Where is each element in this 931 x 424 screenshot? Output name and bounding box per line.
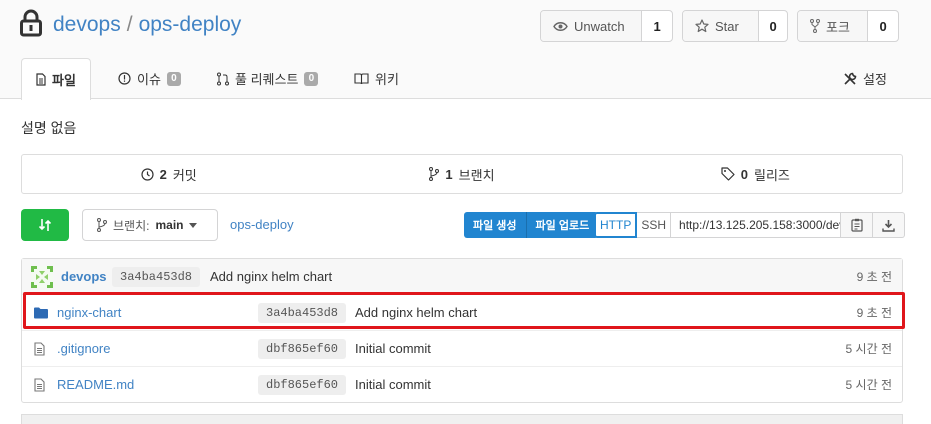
releases-label: 릴리즈 [753,167,790,183]
file-icon [34,341,45,356]
clone-url-input[interactable]: http://13.125.205.158:3000/devops/ops-de… [671,212,842,238]
branch-icon [429,167,440,181]
watch-button-group: Unwatch 1 [540,10,673,42]
fork-button-group: 포크 0 [797,10,899,42]
tab-pull-requests-label: 풀 리퀘스트 [235,72,299,87]
new-file-button[interactable]: 파일 생성 [464,212,526,238]
clone-panel: HTTP SSH http://13.125.205.158:3000/devo… [594,212,906,238]
branch-prefix: 브랜치: [113,218,150,233]
caret-down-icon [189,222,198,228]
file-commit-sha[interactable]: 3a4ba453d8 [258,302,347,323]
file-commit-age: 9 초 전 [856,306,892,320]
commit-sha[interactable]: 3a4ba453d8 [112,266,201,287]
table-row[interactable]: nginx-chart 3a4ba453d8 Add nginx helm ch… [22,294,902,330]
file-commit-message[interactable]: Initial commit [355,341,431,356]
tab-pull-requests[interactable]: 풀 리퀘스트 0 [217,58,319,99]
compare-button[interactable] [21,209,69,241]
file-action-buttons: 파일 생성 파일 업로드 [464,212,599,238]
branch-dropdown[interactable]: 브랜치: main [82,209,218,241]
fork-icon [810,19,820,33]
download-button[interactable] [873,212,906,238]
file-commit-age: 5 시간 전 [845,342,892,356]
tree-path-link[interactable]: ops-deploy [230,217,294,232]
fork-count[interactable]: 0 [868,11,898,41]
tab-settings-label: 설정 [863,72,887,87]
branch-icon [97,218,107,232]
fork-button[interactable]: 포크 [798,11,869,41]
download-icon [882,219,895,232]
tab-settings[interactable]: 설정 [843,58,887,99]
file-name-link[interactable]: .gitignore [57,341,110,356]
http-clone-button[interactable]: HTTP [594,212,638,238]
branch-name: main [155,218,184,232]
commits-stat[interactable]: 2 커밋 [22,155,315,193]
pull-requests-count-badge: 0 [304,71,319,86]
ssh-clone-button[interactable]: SSH [637,212,672,238]
file-commit-message[interactable]: Initial commit [355,377,431,392]
commit-age: 9 초 전 [856,270,892,284]
copy-url-button[interactable] [841,212,874,238]
file-commit-sha[interactable]: dbf865ef60 [258,338,347,359]
history-icon [140,167,154,181]
repo-description: 설명 없음 [21,120,77,136]
issue-icon [118,72,131,85]
file-commit-message[interactable]: Add nginx helm chart [355,305,477,320]
repo-header: devops / ops-deploy Unwatch 1 Star 0 포크 0 … [0,0,931,100]
table-row[interactable]: README.md dbf865ef60 Initial commit 5 시간… [22,366,902,402]
file-icon [34,377,45,392]
commit-message[interactable]: Add nginx helm chart [210,269,332,284]
branches-label: 브랜치 [458,167,495,183]
releases-count: 0 [740,166,748,182]
upload-file-button[interactable]: 파일 업로드 [525,212,599,238]
tab-wiki-label: 위키 [375,72,399,87]
repo-separator: / [126,13,133,36]
pull-request-icon [217,72,229,85]
star-icon [695,19,709,33]
lock-icon [20,9,42,37]
table-row[interactable]: .gitignore dbf865ef60 Initial commit 5 시… [22,330,902,366]
tag-icon [721,167,735,181]
commit-author-link[interactable]: devops [61,269,107,284]
eye-icon [553,21,568,31]
tab-wiki[interactable]: 위키 [354,58,399,99]
star-label: Star [715,18,739,34]
repo-stats-bar: 2 커밋 1 브랜치 0 릴리즈 [21,154,903,194]
repo-tabs: 파일 이슈 0 풀 리퀘스트 0 위키 설정 [0,58,931,100]
repo-toolbar: 브랜치: main ops-deploy 파일 생성 파일 업로드 HTTP S… [21,209,906,241]
file-commit-age: 5 시간 전 [845,378,892,392]
tab-files-label: 파일 [52,73,76,88]
watch-count[interactable]: 1 [642,11,672,41]
folder-icon [34,307,48,318]
repo-title: devops / ops-deploy [53,11,241,39]
file-table: devops 3a4ba453d8 Add nginx helm chart 9… [21,258,903,403]
file-name-link[interactable]: nginx-chart [57,305,121,320]
star-button[interactable]: Star [683,11,760,41]
repo-name-link[interactable]: ops-deploy [139,13,242,36]
avatar[interactable] [31,266,53,288]
latest-commit-row: devops 3a4ba453d8 Add nginx helm chart 9… [22,259,902,294]
watch-label: Unwatch [574,18,625,34]
tab-files[interactable]: 파일 [21,58,91,100]
tab-issues-label: 이슈 [137,72,161,87]
file-commit-sha[interactable]: dbf865ef60 [258,374,347,395]
star-button-group: Star 0 [682,10,788,42]
tab-issues[interactable]: 이슈 0 [118,58,181,99]
compare-icon [38,219,52,231]
repo-owner-link[interactable]: devops [53,13,121,36]
readme-header [21,414,903,424]
book-icon [354,72,369,84]
branches-count: 1 [445,166,453,182]
file-name-link[interactable]: README.md [57,377,134,392]
branches-stat[interactable]: 1 브랜치 [315,155,608,193]
clipboard-icon [850,218,863,232]
commits-count: 2 [159,166,167,182]
watch-button[interactable]: Unwatch [541,11,643,41]
file-icon [36,73,46,86]
fork-label: 포크 [826,19,850,35]
star-count[interactable]: 0 [759,11,787,41]
wrench-icon [844,72,857,85]
releases-stat[interactable]: 0 릴리즈 [609,155,902,193]
commits-label: 커밋 [172,167,197,183]
issues-count-badge: 0 [166,71,181,86]
